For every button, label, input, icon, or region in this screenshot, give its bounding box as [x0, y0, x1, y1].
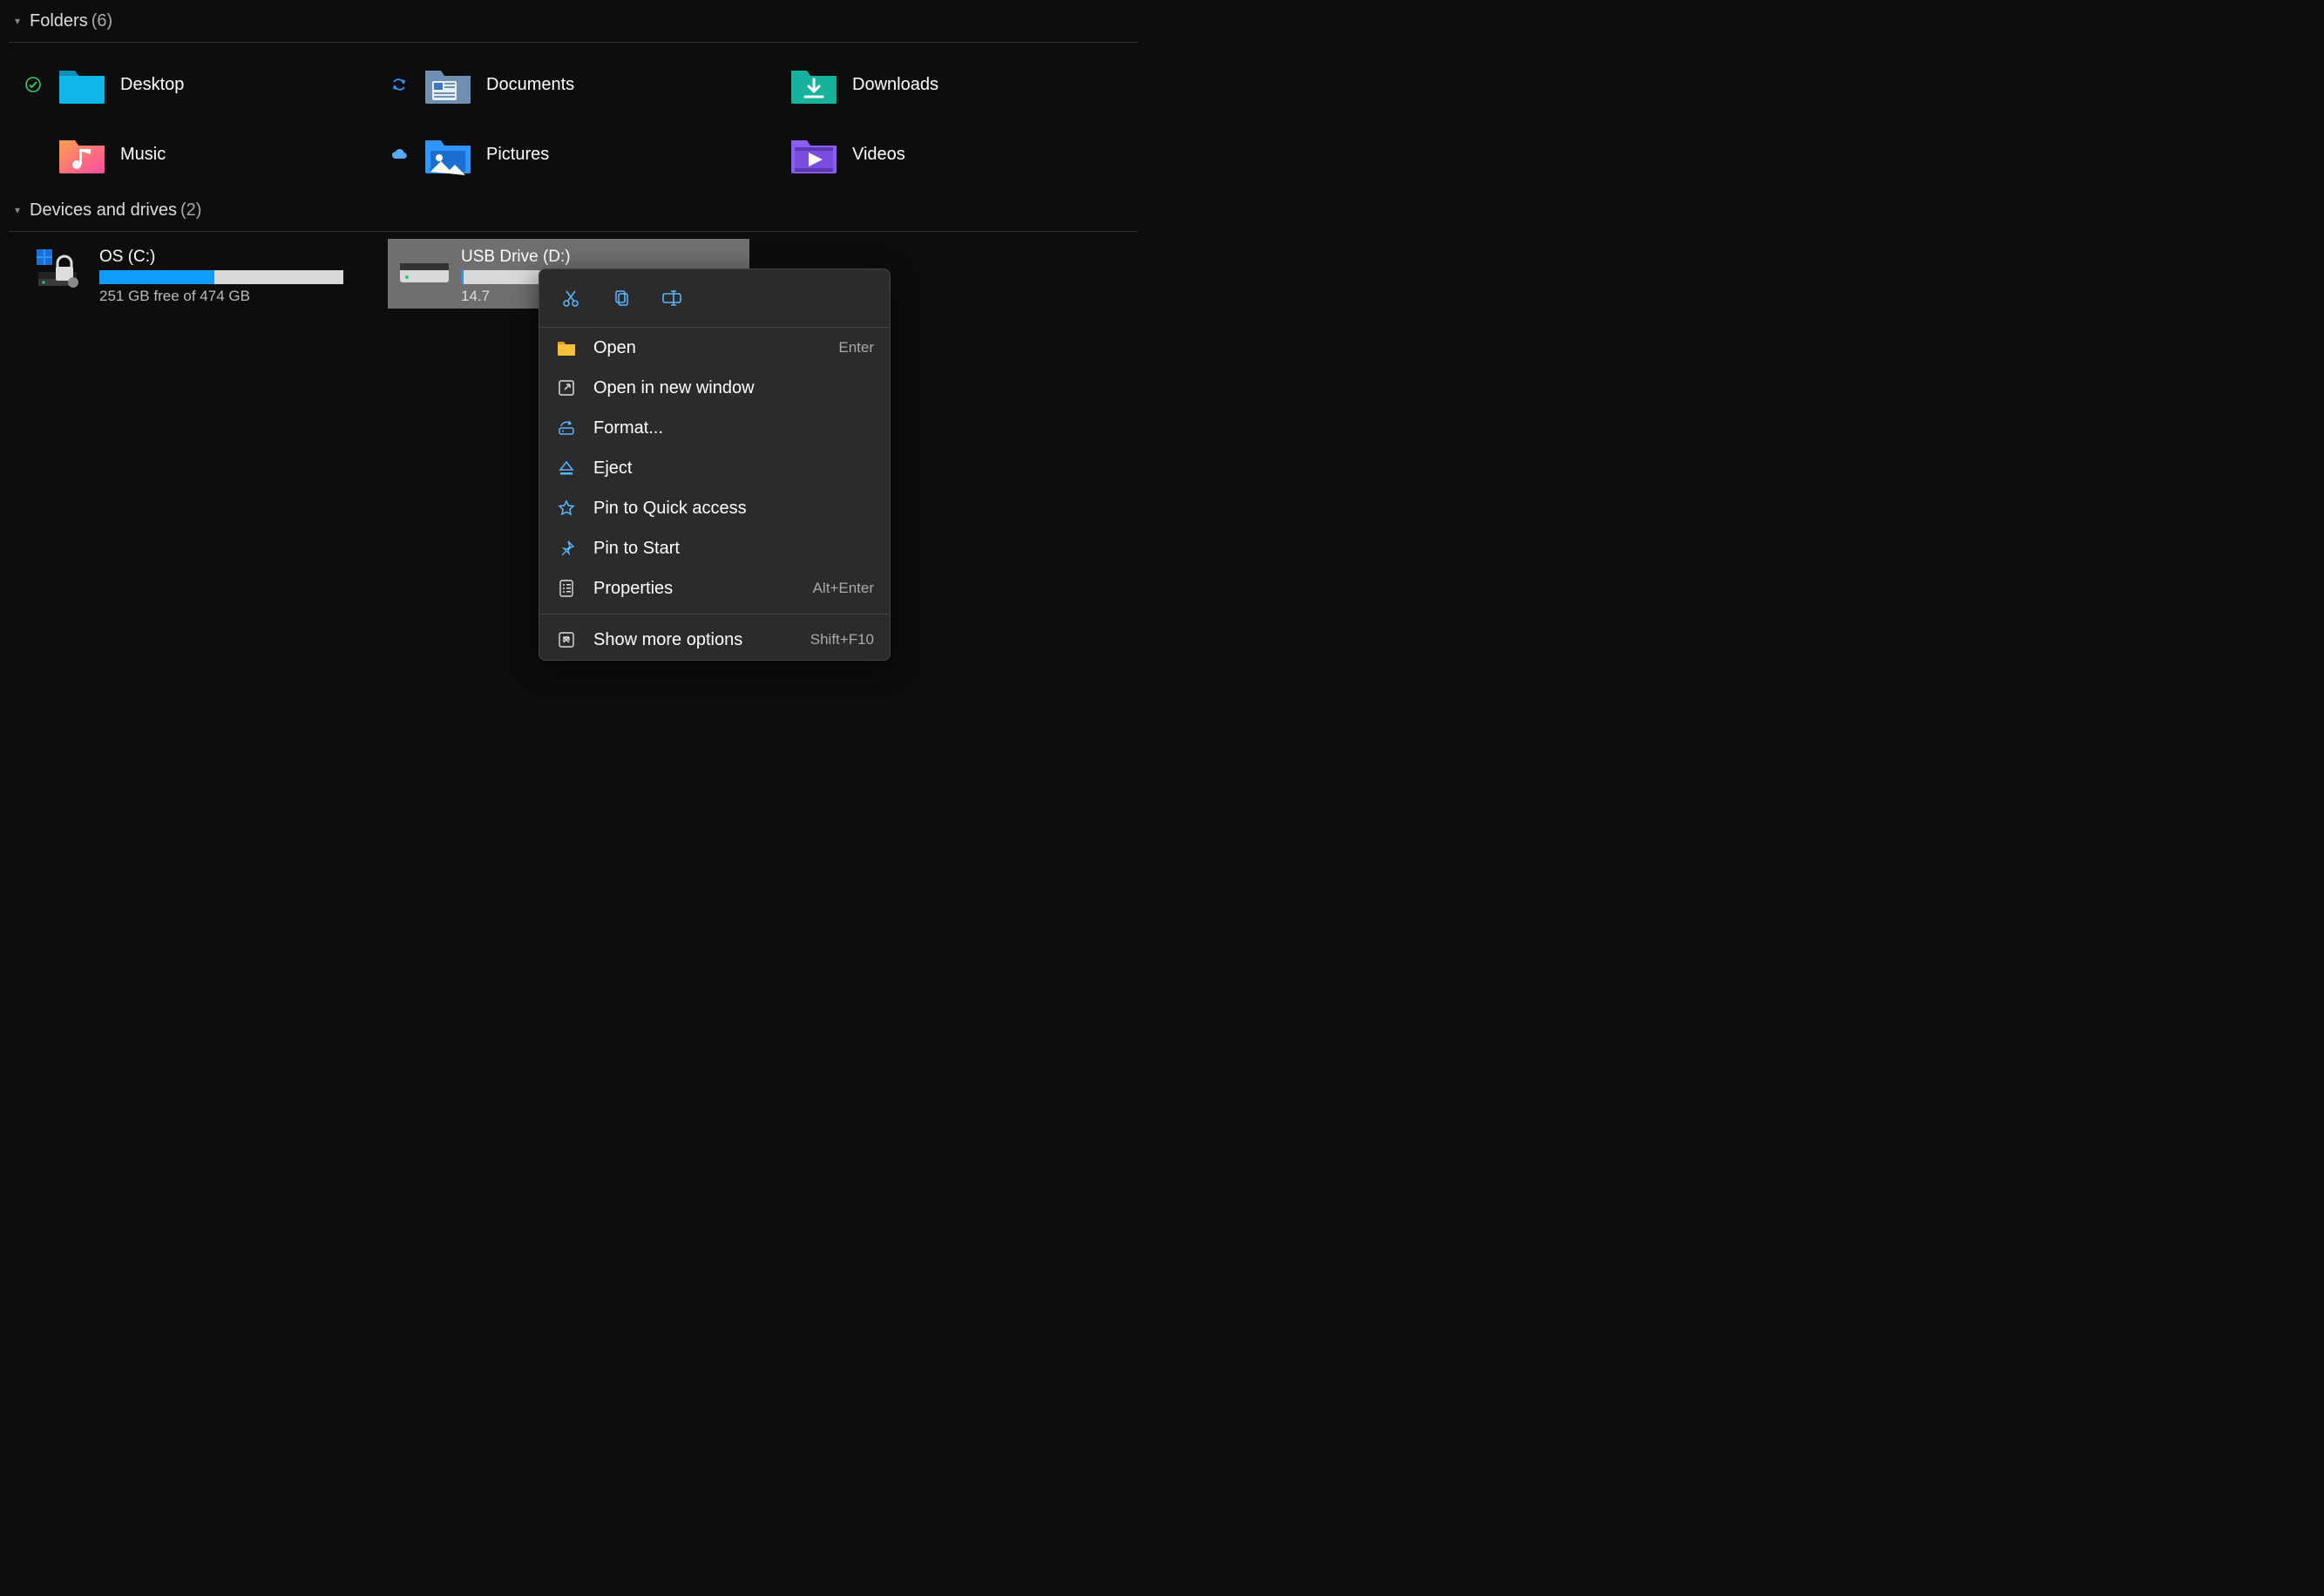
- menu-label: Show more options: [593, 630, 810, 650]
- drive-usb-icon: [396, 248, 452, 300]
- drive-os-icon: [35, 248, 91, 300]
- folder-label: Downloads: [852, 75, 938, 95]
- menu-pin-start[interactable]: Pin to Start: [539, 528, 890, 568]
- star-icon: [555, 499, 578, 517]
- menu-pin-quick-access[interactable]: Pin to Quick access: [539, 488, 890, 528]
- format-icon: [555, 419, 578, 437]
- menu-properties[interactable]: Properties Alt+Enter: [539, 568, 890, 608]
- downloads-folder-icon: [789, 60, 838, 109]
- properties-icon: [555, 579, 578, 598]
- context-menu: Open Enter Open in new window Format... …: [539, 268, 891, 661]
- drives-section-header[interactable]: ▾ Devices and drives (2): [9, 189, 1138, 232]
- folder-label: Documents: [486, 75, 574, 95]
- menu-label: Format...: [593, 418, 874, 438]
- menu-accel: Shift+F10: [810, 631, 874, 649]
- cloud-badge-icon: [390, 148, 408, 160]
- drive-os-c[interactable]: OS (C:) 251 GB free of 474 GB: [26, 239, 388, 309]
- menu-accel: Enter: [838, 339, 874, 357]
- rename-button[interactable]: [653, 279, 691, 317]
- menu-eject[interactable]: Eject: [539, 448, 890, 488]
- drive-name: OS (C:): [99, 248, 379, 267]
- folders-count: (6): [91, 11, 112, 31]
- menu-format[interactable]: Format...: [539, 408, 890, 448]
- folder-label: Pictures: [486, 145, 549, 165]
- videos-folder-icon: [789, 130, 838, 179]
- menu-show-more[interactable]: Show more options Shift+F10: [539, 620, 890, 660]
- drives-title: Devices and drives: [30, 200, 177, 221]
- desktop-folder-icon: [58, 60, 106, 109]
- drive-free-text: 251 GB free of 474 GB: [99, 288, 379, 305]
- menu-separator: [539, 614, 890, 615]
- drive-usage-bar: [99, 270, 343, 284]
- copy-button[interactable]: [602, 279, 640, 317]
- menu-label: Pin to Quick access: [593, 499, 874, 519]
- menu-open[interactable]: Open Enter: [539, 328, 890, 368]
- chevron-down-icon: ▾: [9, 204, 26, 216]
- menu-label: Eject: [593, 458, 874, 479]
- drives-count: (2): [180, 200, 201, 221]
- pictures-folder-icon: [423, 130, 472, 179]
- folder-documents[interactable]: Documents: [375, 50, 741, 119]
- folder-videos[interactable]: Videos: [741, 119, 1107, 189]
- menu-open-new-window[interactable]: Open in new window: [539, 368, 890, 408]
- folder-label: Desktop: [120, 75, 184, 95]
- menu-accel: Alt+Enter: [813, 580, 874, 597]
- folder-music[interactable]: Music: [9, 119, 375, 189]
- menu-label: Open: [593, 338, 838, 358]
- menu-label: Open in new window: [593, 378, 874, 398]
- pin-icon: [555, 540, 578, 557]
- sync-badge-icon: [390, 77, 408, 92]
- open-folder-icon: [555, 339, 578, 357]
- folder-label: Videos: [852, 145, 905, 165]
- documents-folder-icon: [423, 60, 472, 109]
- music-folder-icon: [58, 130, 106, 179]
- chevron-down-icon: ▾: [9, 15, 26, 27]
- synced-badge-icon: [24, 77, 42, 92]
- eject-icon: [555, 459, 578, 477]
- folders-title: Folders: [30, 11, 88, 31]
- folder-label: Music: [120, 145, 166, 165]
- folder-downloads[interactable]: Downloads: [741, 50, 1107, 119]
- new-window-icon: [555, 379, 578, 397]
- drive-name: USB Drive (D:): [461, 248, 741, 267]
- folder-pictures[interactable]: Pictures: [375, 119, 741, 189]
- folder-desktop[interactable]: Desktop: [9, 50, 375, 119]
- menu-label: Pin to Start: [593, 539, 874, 559]
- more-options-icon: [555, 631, 578, 649]
- menu-label: Properties: [593, 579, 813, 599]
- cut-button[interactable]: [552, 279, 590, 317]
- folders-section-header[interactable]: ▾ Folders (6): [9, 0, 1138, 43]
